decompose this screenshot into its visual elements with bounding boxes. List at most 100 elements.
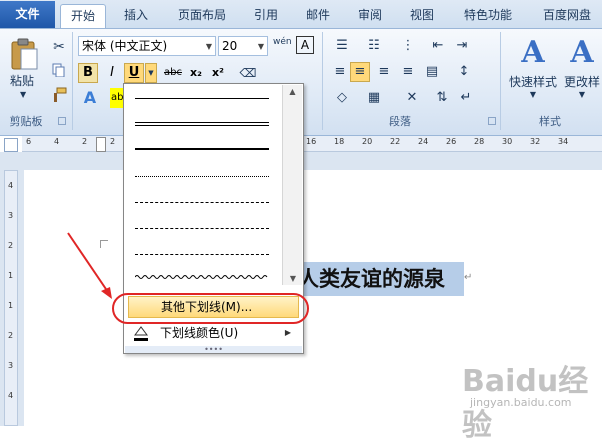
vertical-ruler[interactable]: 4 3 2 1 1 2 3 4 [4,170,18,426]
underline-color-icon [132,324,150,342]
change-styles-icon: A [570,35,594,70]
change-styles-button[interactable]: A 更改样 ▼ [562,34,602,110]
cut-icon[interactable]: ✂ [50,38,68,56]
ruler-tick-label: 1 [8,271,14,280]
underline-dropdown-arrow[interactable]: ▼ [145,63,157,83]
clear-formatting-icon[interactable]: ⌫ [238,63,258,83]
superscript-button[interactable]: x² [208,63,228,83]
menu-scrollbar[interactable]: ▲ ▼ [282,85,302,285]
annotation-ellipse [112,293,309,324]
character-border-button[interactable]: A [296,36,314,54]
strikethrough-button[interactable]: abc [162,63,184,83]
ruler-tick-label: 4 [8,391,14,400]
indent-marker[interactable] [96,137,106,152]
tab-selector[interactable] [4,138,18,152]
paragraph-dialog-launcher[interactable] [488,117,496,125]
paragraph-group-label: 段落 [389,115,411,128]
ruler-tick-label: 18 [334,137,345,146]
bullets-icon[interactable]: ☰ [330,36,354,56]
borders-icon[interactable]: ▦ [362,88,386,108]
chinese-layout-icon[interactable]: ✕ [400,88,424,108]
ruler-tick-label: 3 [8,211,14,220]
ruler-tick-label: 6 [26,137,32,146]
ruler-tick-label: 34 [558,137,569,146]
tab-special-features[interactable]: 特色功能 [452,4,524,28]
ruler-tick-label: 22 [390,137,401,146]
ruler-tick-label: 20 [362,137,373,146]
horizontal-ruler[interactable]: 642246810121416182022242628303234 [22,136,602,152]
paste-dropdown-arrow[interactable]: ▼ [20,90,30,100]
ruler-tick-label: 1 [8,301,14,310]
distributed-icon[interactable]: ▤ [422,62,442,82]
ruler-tick-label: 16 [306,137,317,146]
tab-home[interactable]: 开始 [60,4,106,29]
multilevel-list-icon[interactable]: ⋮ [396,36,420,56]
styles-group-label: 样式 [539,115,561,128]
chevron-down-icon: ▼ [205,42,212,51]
tab-insert[interactable]: 插入 [113,4,159,28]
show-marks-icon[interactable]: ↵ [456,88,476,108]
numbering-icon[interactable]: ☷ [362,36,386,56]
highlight-color-icon[interactable]: ab [110,88,124,108]
subscript-button[interactable]: x₂ [186,63,206,83]
align-right-icon[interactable]: ≡ [374,62,394,82]
ruler-tick-label: 30 [502,137,513,146]
ruler-tick-label: 2 [110,137,116,146]
format-painter-icon[interactable] [50,86,68,104]
underline-color-item[interactable]: 下划线颜色(U) ▶ [128,322,299,344]
group-separator [72,32,73,130]
line-spacing-icon[interactable]: ↕ [452,62,476,82]
underline-dashed[interactable] [135,202,269,203]
tab-review[interactable]: 审阅 [348,4,392,28]
tab-view[interactable]: 视图 [400,4,444,28]
menu-resize-grip[interactable]: •••• [125,346,302,354]
clipboard-group-label: 剪贴板 [9,115,43,128]
annotation-arrow [67,232,112,299]
ruler-tick-label: 2 [82,137,88,146]
ruler-tick-label: 3 [8,361,14,370]
underline-dash-dot[interactable] [135,228,269,229]
selected-text[interactable]: 人类友谊的源泉 [296,262,464,296]
tab-page-layout[interactable]: 页面布局 [166,4,238,28]
underline-thick[interactable] [135,148,269,150]
justify-icon[interactable]: ≡ [398,62,418,82]
decrease-indent-icon[interactable]: ⇤ [428,36,448,56]
chevron-down-icon: ▼ [257,42,264,51]
ruler-tick-label: 4 [54,137,60,146]
quick-styles-button[interactable]: A 快速样式 ▼ [508,34,558,110]
copy-icon[interactable] [50,62,68,80]
bold-button[interactable]: B [78,63,98,83]
shading-icon[interactable]: ◇ [330,88,354,108]
ruler-tick-label: 24 [418,137,429,146]
font-size-combo[interactable]: 20 ▼ [218,36,268,56]
phonetic-guide-button[interactable]: wén [272,36,292,56]
underline-wavy[interactable] [135,274,269,280]
watermark-url: jingyan.baidu.com [470,396,572,409]
font-name-combo[interactable]: 宋体 (中文正文) ▼ [78,36,216,56]
clipboard-dialog-launcher[interactable] [58,117,66,125]
underline-button[interactable]: U [124,63,144,83]
underline-dash-dot-dot[interactable] [135,254,269,255]
underline-single[interactable] [135,98,269,99]
scroll-down-icon[interactable]: ▼ [283,274,303,283]
align-left-icon[interactable]: ≡ [330,62,350,82]
text-effects-icon[interactable]: A [80,88,100,108]
tab-file[interactable]: 文件 [0,1,55,28]
tab-baidu-netdisk[interactable]: 百度网盘 [532,4,602,28]
underline-dotted[interactable] [135,176,269,177]
italic-button[interactable]: I [102,63,122,83]
group-separator [322,32,323,130]
underline-double[interactable] [135,122,269,126]
tab-mailings[interactable]: 邮件 [296,4,340,28]
watermark-logo: Baidu经验 [462,364,589,443]
sort-icon[interactable]: ⇅ [432,88,452,108]
ruler-tick-label: 32 [530,137,541,146]
tab-references[interactable]: 引用 [244,4,288,28]
ruler-tick-label: 4 [8,181,14,190]
align-center-icon[interactable]: ≡ [350,62,370,82]
paste-label: 粘贴 [10,74,35,88]
group-separator [500,32,501,130]
scroll-up-icon[interactable]: ▲ [283,87,302,96]
quick-styles-icon: A [521,35,545,70]
increase-indent-icon[interactable]: ⇥ [452,36,472,56]
